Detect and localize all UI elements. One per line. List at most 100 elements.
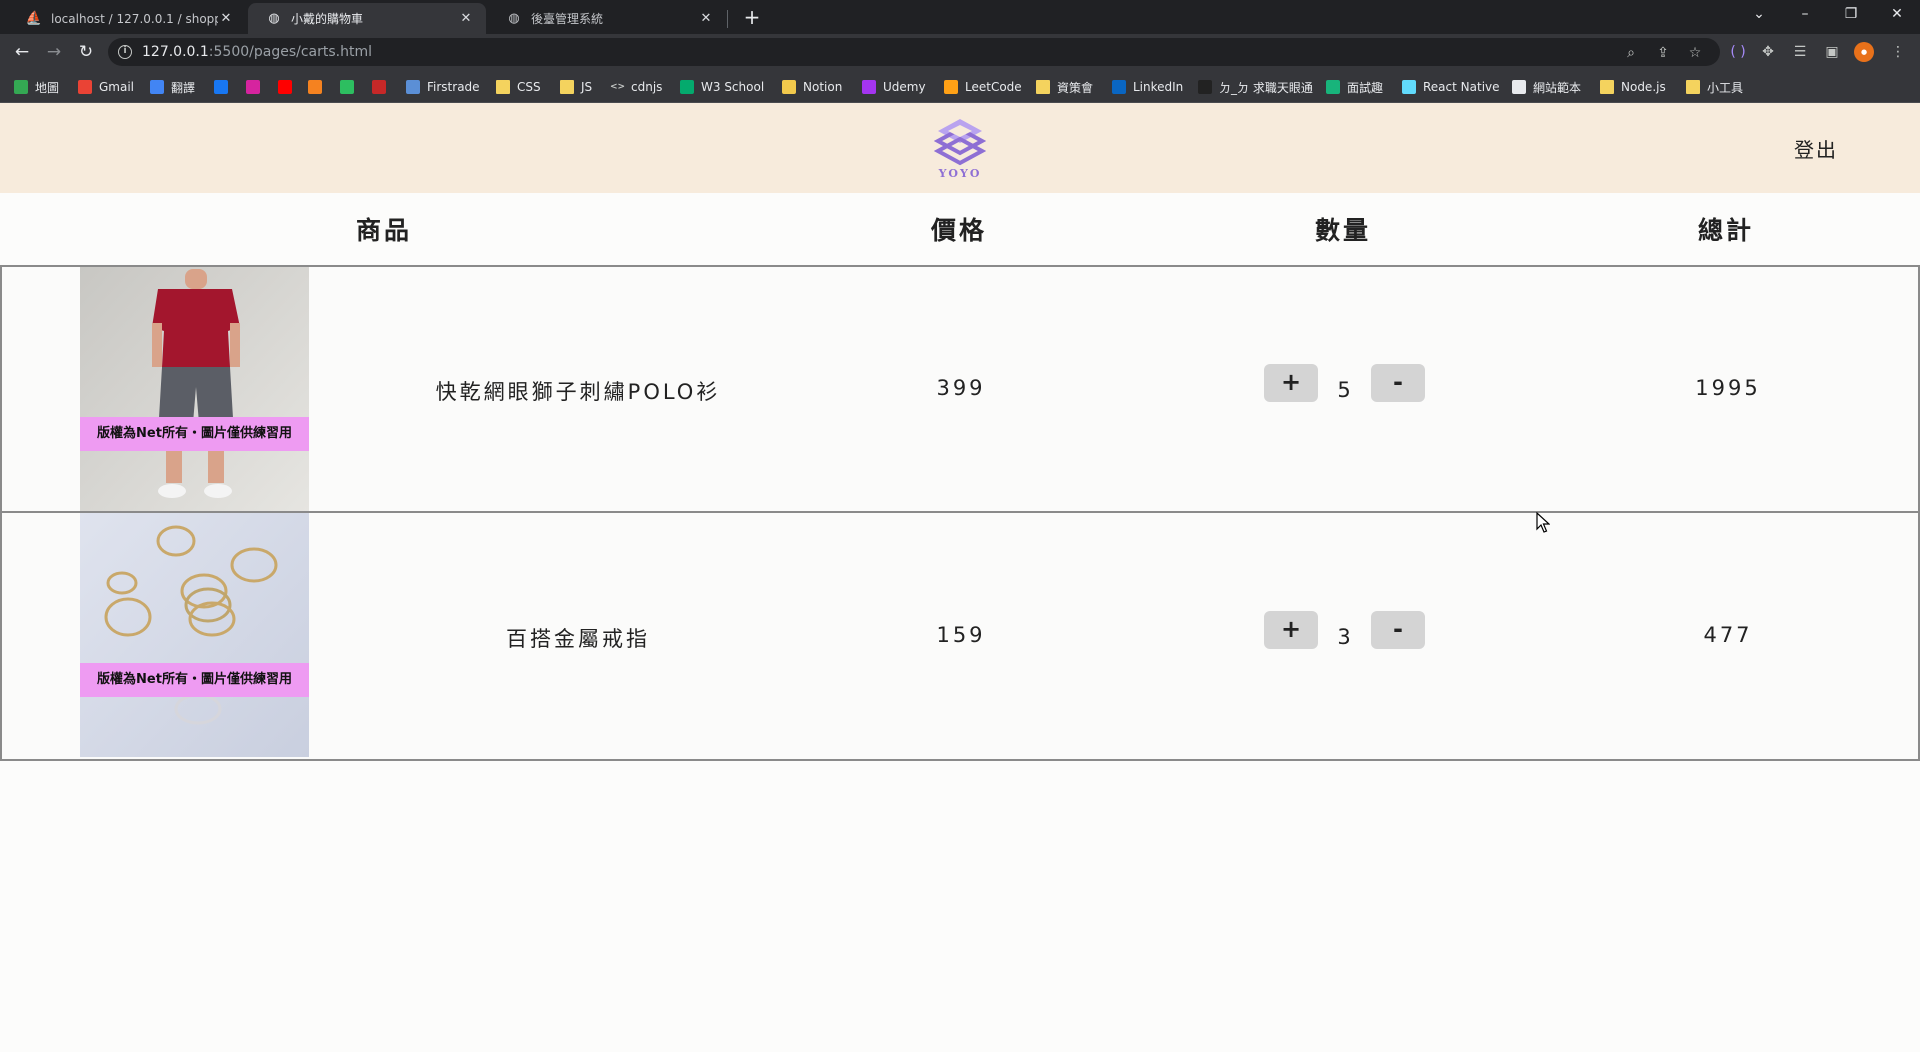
site-info-icon[interactable]: i <box>118 45 132 59</box>
bookmark-item[interactable] <box>372 78 393 96</box>
profile-avatar[interactable]: ● <box>1854 42 1874 62</box>
bookmark-item[interactable]: Gmail <box>78 78 134 96</box>
bookmark-item[interactable] <box>246 78 267 96</box>
bookmark-item[interactable]: LeetCode <box>944 78 1022 96</box>
close-icon[interactable]: ✕ <box>218 11 234 26</box>
restore-icon[interactable]: ❐ <box>1828 0 1874 30</box>
cart-page: YOYO 登出 商品 價格 數量 總計 版權為Net所有・圖片僅供練習用 快乾網… <box>0 103 1920 1052</box>
minimize-icon[interactable]: – <box>1782 0 1828 30</box>
bookmarks-bar: 地圖 Gmail 翻譯 Firstrade CSS JS <> cdnjs W3 School N… <box>0 70 1920 103</box>
folder-icon <box>560 80 574 94</box>
bookmark-item[interactable]: Udemy <box>862 78 926 96</box>
puzzle-icon[interactable]: ✥ <box>1758 42 1778 62</box>
notion-icon <box>782 80 796 94</box>
zoom-icon[interactable]: ⌕ <box>1622 44 1640 62</box>
bookmark-item[interactable]: 網站範本 <box>1512 78 1581 96</box>
maps-icon <box>14 80 28 94</box>
bookmark-label: Udemy <box>883 80 926 94</box>
tab-title: 後臺管理系統 <box>531 12 604 26</box>
bookmark-star-icon[interactable]: ☆ <box>1686 44 1704 62</box>
bookmark-item[interactable]: W3 School <box>680 78 764 96</box>
bookmark-item[interactable]: Notion <box>782 78 842 96</box>
bookmark-item[interactable]: Firstrade <box>406 78 480 96</box>
tab-title: localhost / 127.0.0.1 / shopping <box>51 11 218 26</box>
bookmark-item[interactable]: 面試趣 <box>1326 78 1383 96</box>
image-watermark: 版權為Net所有・圖片僅供練習用 <box>80 663 309 697</box>
bookmark-item[interactable]: LinkedIn <box>1112 78 1183 96</box>
url-host: 127.0.0.1 <box>142 44 209 60</box>
mouse-cursor-icon <box>1536 512 1550 533</box>
bookmark-label: JS <box>581 80 593 94</box>
eye-icon <box>1198 80 1212 94</box>
facebook-icon <box>214 80 228 94</box>
instagram-icon <box>246 80 260 94</box>
udemy-icon <box>862 80 876 94</box>
bookmark-item[interactable]: ㄉ_ㄉ 求職天眼通 <box>1198 78 1313 96</box>
bookmark-item[interactable]: Node.js <box>1600 78 1666 96</box>
firstrade-icon <box>406 80 420 94</box>
bookmark-item[interactable] <box>278 78 299 96</box>
browser-tab-cart[interactable]: ◍ 小戴的購物車 ✕ <box>248 3 486 34</box>
quantity-increase-button[interactable]: + <box>1264 364 1318 402</box>
logo-text: YOYO <box>938 167 982 180</box>
bookmark-item[interactable]: React Native <box>1402 78 1500 96</box>
address-bar[interactable]: i 127.0.0.1:5500/pages/carts.html ⌕ ⇪ ☆ <box>108 38 1720 66</box>
bookmark-item[interactable]: 翻譯 <box>150 78 195 96</box>
browser-tab-phpmyadmin[interactable]: ⛵ localhost / 127.0.0.1 / shopping ✕ <box>8 3 246 34</box>
bookmark-label: 面試趣 <box>1347 80 1384 95</box>
bookmark-item[interactable]: CSS <box>496 78 541 96</box>
new-tab-button[interactable]: + <box>738 4 766 30</box>
extension-icon[interactable]: ( ) <box>1728 42 1748 62</box>
bookmark-item[interactable]: <> cdnjs <box>610 78 662 96</box>
browser-tab-admin[interactable]: ◍ 後臺管理系統 ✕ <box>488 3 726 34</box>
bookmark-item[interactable]: 資策會 <box>1036 78 1093 96</box>
reload-icon[interactable]: ↻ <box>74 40 98 64</box>
phpmyadmin-icon: ⛵ <box>25 11 43 26</box>
product-image: 版權為Net所有・圖片僅供練習用 <box>80 267 309 511</box>
line-total: 477 <box>1703 623 1753 647</box>
bookmark-label: cdnjs <box>631 80 663 94</box>
bookmark-item[interactable]: JS <box>560 78 592 96</box>
logout-link[interactable]: 登出 <box>1794 134 1838 163</box>
bookmark-label: LeetCode <box>965 80 1022 94</box>
menu-icon[interactable]: ⋮ <box>1888 42 1908 62</box>
share-icon[interactable]: ⇪ <box>1654 44 1672 62</box>
product-price: 399 <box>936 376 986 400</box>
cart-table-header: 商品 價格 數量 總計 <box>0 193 1920 265</box>
wix-icon <box>1512 80 1526 94</box>
close-icon[interactable]: ✕ <box>698 11 714 26</box>
bookmark-label: ㄉ_ㄉ 求職天眼通 <box>1219 80 1313 95</box>
folder-icon <box>496 80 510 94</box>
quantity-decrease-button[interactable]: - <box>1371 364 1425 402</box>
address-url[interactable]: 127.0.0.1:5500/pages/carts.html <box>142 44 372 60</box>
quantity-decrease-button[interactable]: - <box>1371 611 1425 649</box>
code-icon: <> <box>610 82 626 92</box>
back-icon[interactable]: ← <box>10 40 34 64</box>
bookmark-label: Notion <box>803 80 843 94</box>
logo-icon <box>933 119 987 166</box>
quantity-increase-button[interactable]: + <box>1264 611 1318 649</box>
bookmark-item[interactable] <box>308 78 329 96</box>
folder-icon <box>1600 80 1614 94</box>
bookmark-label: Gmail <box>99 80 135 94</box>
close-window-icon[interactable]: ✕ <box>1874 0 1920 30</box>
tab-search-icon[interactable]: ⌄ <box>1736 0 1782 30</box>
product-name: 百搭金屬戒指 <box>506 627 650 651</box>
forward-icon[interactable]: → <box>42 40 66 64</box>
bookmark-item[interactable]: 小工具 <box>1686 78 1743 96</box>
close-icon[interactable]: ✕ <box>458 11 474 26</box>
url-path: :5500/pages/carts.html <box>208 44 372 60</box>
bookmark-item[interactable]: 地圖 <box>14 78 59 96</box>
polo-shirt-photo <box>80 267 309 511</box>
reading-list-icon[interactable]: ☰ <box>1790 42 1810 62</box>
bookmark-item[interactable] <box>340 78 361 96</box>
bookmark-label: W3 School <box>701 80 765 94</box>
104-icon <box>308 80 322 94</box>
bookmark-label: React Native <box>1423 80 1500 94</box>
side-panel-icon[interactable]: ▣ <box>1822 42 1842 62</box>
browser-toolbar: ← → ↻ i 127.0.0.1:5500/pages/carts.html … <box>0 34 1920 70</box>
product-price: 159 <box>936 623 986 647</box>
react-icon <box>1402 80 1416 94</box>
site-logo[interactable]: YOYO <box>933 117 987 181</box>
bookmark-item[interactable] <box>214 78 235 96</box>
